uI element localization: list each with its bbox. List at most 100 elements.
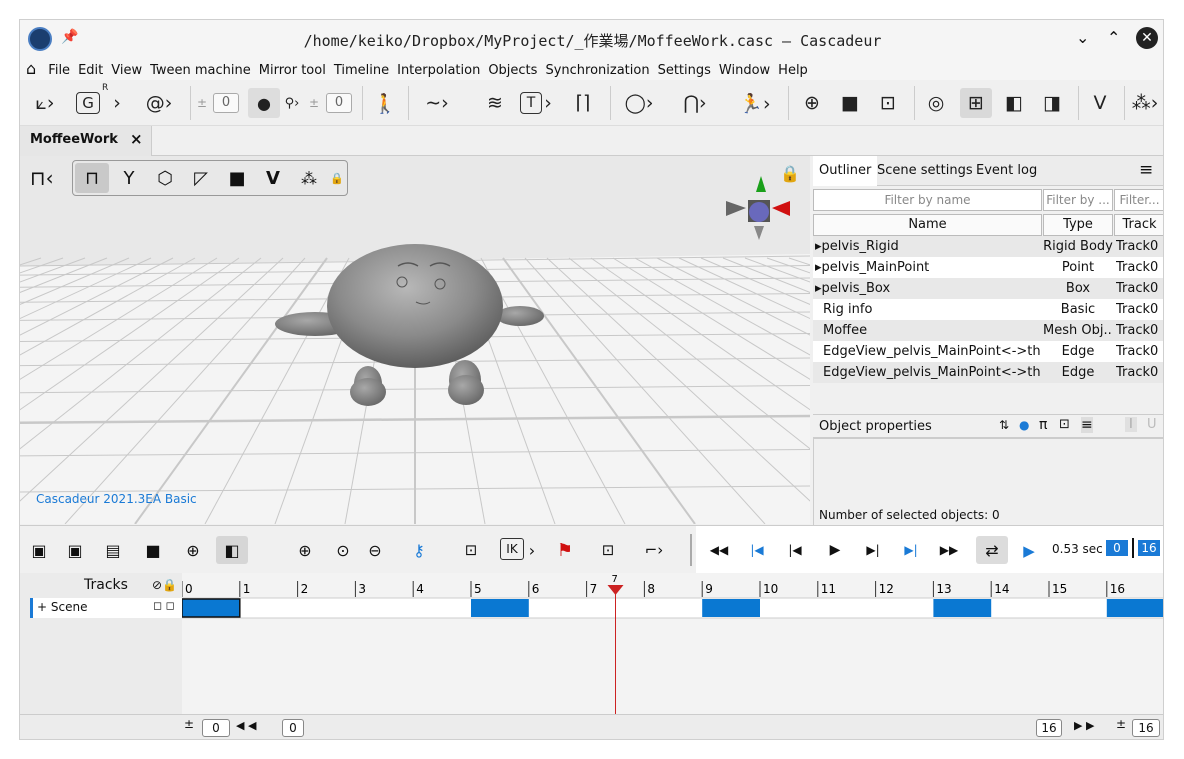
props-filter-icon[interactable]: ⇅ xyxy=(999,418,1009,432)
menu-file[interactable]: File xyxy=(44,60,74,82)
outliner-row[interactable]: ▸pelvis_Rigid Rigid Body Track0 xyxy=(813,236,1163,257)
axis-tool-icon[interactable]: ⟀› xyxy=(24,88,66,118)
selection-mode-icon[interactable]: ⊓‹ xyxy=(30,166,54,190)
play-key-icon[interactable]: ▶ xyxy=(1018,540,1040,562)
zoom-plus-minus-icon-2[interactable]: ± xyxy=(1116,717,1126,731)
key-chevron-icon[interactable]: ⚲› xyxy=(282,88,302,118)
add-keyframe-icon[interactable]: ⊕ xyxy=(180,540,206,560)
rotate-add-icon[interactable]: ⊕ xyxy=(292,538,318,562)
key-icon[interactable]: ⚷ xyxy=(406,538,432,562)
wireframe-mode-icon[interactable]: ⬡ xyxy=(149,163,181,193)
camera-icon[interactable]: ■ xyxy=(836,88,864,118)
tab-close-button[interactable]: × xyxy=(130,130,143,148)
plus-minus-icon-2[interactable]: ± xyxy=(308,88,320,118)
visibility-toggle-icon[interactable]: ⊘🔒 xyxy=(152,578,177,592)
keyframe-block[interactable] xyxy=(1106,599,1164,617)
right-pos-field[interactable]: 16 xyxy=(1036,719,1062,737)
outliner-row[interactable]: EdgeView_pelvis_MainPoint<->thigh... Edge… xyxy=(813,362,1163,383)
maximize-button[interactable]: ⌃ xyxy=(1107,28,1120,47)
go-start-icon[interactable]: |◀ xyxy=(746,540,768,560)
filter-name-input[interactable]: Filter by name xyxy=(813,189,1042,211)
v-mode-icon[interactable]: V xyxy=(257,163,289,193)
outliner-row[interactable]: Rig info Basic Track0 xyxy=(813,299,1163,320)
folder-add-icon[interactable]: ▣ xyxy=(26,540,52,560)
menu-window[interactable]: Window xyxy=(715,60,774,82)
close-window-button[interactable]: ✕ xyxy=(1136,27,1158,49)
minimize-button[interactable]: ⌄ xyxy=(1076,28,1089,47)
props-color-icon[interactable]: ● xyxy=(1019,418,1029,432)
glyph-t-button[interactable]: T xyxy=(520,92,542,114)
ik-button[interactable]: IK xyxy=(500,538,524,560)
bracket-tool-icon[interactable]: ⌈⌉ xyxy=(568,88,598,118)
scene-check-icon[interactable]: ◻ ◻ xyxy=(153,599,175,612)
outliner-row[interactable]: EdgeView_pelvis_MainPoint<->thigh... Edge… xyxy=(813,341,1163,362)
rotate-tool-icon[interactable]: ◯› xyxy=(618,88,660,118)
playhead-marker[interactable] xyxy=(607,585,624,595)
right-end-field[interactable]: 16 xyxy=(1132,719,1160,737)
play-icon[interactable]: ▶ xyxy=(824,540,846,560)
arc-tool-icon[interactable]: ⋂› xyxy=(672,88,718,118)
vertex-mode-icon[interactable]: Y xyxy=(113,163,145,193)
scene-track-bar[interactable] xyxy=(181,597,1164,619)
menu-timeline[interactable]: Timeline xyxy=(330,60,393,82)
menu-objects[interactable]: Objects xyxy=(484,60,541,82)
go-end-icon[interactable]: ▶| xyxy=(900,540,922,560)
menu-edit[interactable]: Edit xyxy=(74,60,107,82)
plus-minus-icon[interactable]: ± xyxy=(196,88,208,118)
outliner-row[interactable]: Moffee Mesh Obj... Track0 xyxy=(813,320,1163,341)
header-track[interactable]: Track xyxy=(1114,214,1163,236)
spiral-icon[interactable]: ◎ xyxy=(922,88,950,118)
scroll-left-icon[interactable]: ◀ ◀ xyxy=(236,719,256,732)
props-list-icon[interactable]: ≡ xyxy=(1081,417,1093,433)
header-name[interactable]: Name xyxy=(813,214,1042,236)
outliner-row[interactable]: ▸pelvis_Box Box Track0 xyxy=(813,278,1163,299)
header-type[interactable]: Type xyxy=(1043,214,1113,236)
rotate-scale-icon[interactable]: ⊙ xyxy=(330,538,356,562)
view-gizmo[interactable] xyxy=(720,176,800,256)
3d-viewport[interactable]: ⊓‹ ⊓ Y ⬡ ◸ ■ V ⁂ 🔒 🔒 Cascadeur 2021.3EA … xyxy=(20,156,810,524)
step-forward-icon[interactable]: ▶| xyxy=(862,540,884,560)
v-shape-icon[interactable]: V xyxy=(1086,88,1114,118)
glyph-g-button[interactable]: G xyxy=(76,92,100,114)
menu-settings[interactable]: Settings xyxy=(654,60,715,82)
edge-mode-icon[interactable]: ◸ xyxy=(185,163,217,193)
home-icon[interactable]: ⌂ xyxy=(20,58,40,80)
add-track-icon[interactable]: ▣ xyxy=(62,540,88,560)
lasso-tool-icon[interactable]: @› xyxy=(136,88,182,118)
split-icon[interactable]: ◧ xyxy=(216,536,248,564)
tab-moffeework[interactable]: MoffeeWork × xyxy=(20,126,152,156)
nodes-icon[interactable]: ⁂› xyxy=(1130,88,1160,118)
fast-forward-icon[interactable]: ▶▶ xyxy=(938,540,960,560)
counter-field-2[interactable]: 0 xyxy=(326,93,352,113)
zoom-plus-minus-icon[interactable]: ± xyxy=(184,717,194,731)
scroll-right-icon[interactable]: ▶ ▶ xyxy=(1074,719,1094,732)
menu-tween-machine[interactable]: Tween machine xyxy=(146,60,255,82)
keyframe-block[interactable] xyxy=(702,599,760,617)
chevron-right-icon-2[interactable]: › xyxy=(542,88,554,118)
props-u-icon[interactable]: U xyxy=(1147,417,1157,432)
keyframe-block[interactable] xyxy=(471,599,529,617)
filter-type-input[interactable]: Filter by ... xyxy=(1043,189,1113,211)
curve-tool-icon[interactable]: ∼› xyxy=(414,88,460,118)
loop-toggle-icon[interactable]: ⇄ xyxy=(976,536,1008,564)
keyframe-block[interactable] xyxy=(181,598,241,618)
character-pose-icon[interactable]: 🚶 xyxy=(370,88,400,118)
focus-icon[interactable]: ⊡ xyxy=(874,88,902,118)
filter-track-input[interactable]: Filter... xyxy=(1114,189,1163,211)
black-box-icon[interactable]: ■ xyxy=(140,540,166,560)
tab-outliner[interactable]: Outliner xyxy=(813,156,878,186)
grid-toggle-icon[interactable]: ⊞ xyxy=(960,88,992,118)
menu-synchronization[interactable]: Synchronization xyxy=(541,60,653,82)
rotate-minus-icon[interactable]: ⊖ xyxy=(362,538,388,562)
remove-layer-icon[interactable]: ◨ xyxy=(1038,88,1066,118)
menu-view[interactable]: View xyxy=(107,60,146,82)
solid-mode-icon[interactable]: ■ xyxy=(221,163,253,193)
run-tool-icon[interactable]: 🏃› xyxy=(732,88,778,118)
menu-help[interactable]: Help xyxy=(774,60,812,82)
menu-interpolation[interactable]: Interpolation xyxy=(393,60,484,82)
interval-icon[interactable]: ⊡ xyxy=(458,538,484,562)
small-lock-icon[interactable]: 🔒 xyxy=(329,163,345,193)
frame-select-icon[interactable]: ⊓ xyxy=(75,163,109,193)
left-pos-field[interactable]: 0 xyxy=(282,719,304,737)
counter-field-1[interactable]: 0 xyxy=(213,93,239,113)
